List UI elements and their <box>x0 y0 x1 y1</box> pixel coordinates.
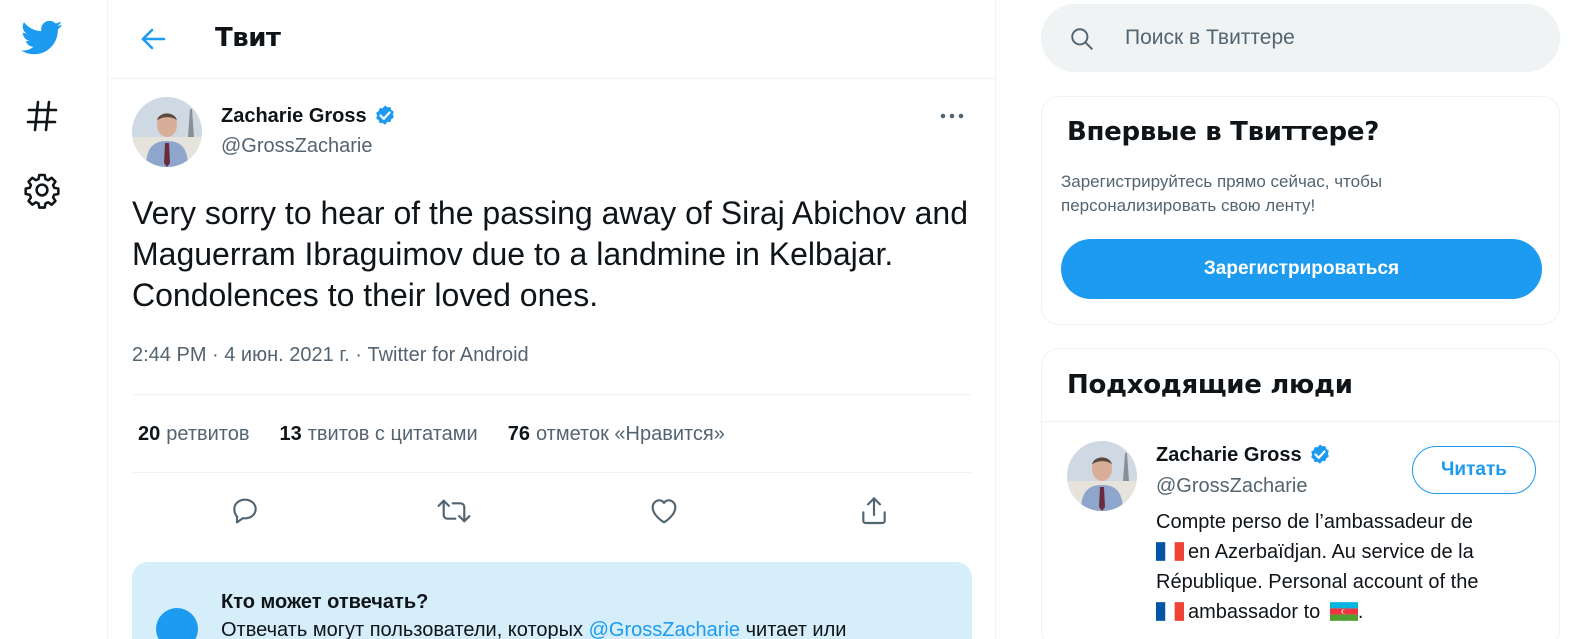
retweet-icon <box>437 499 471 523</box>
bio-line: en Azerbaïdjan. Au service de la <box>1156 537 1536 567</box>
reply-notice-text: Отвечать могут пользователи, которых @Gr… <box>221 619 846 639</box>
avatar-photo <box>132 97 202 167</box>
signup-button[interactable]: Зарегистрироваться <box>1061 239 1542 299</box>
settings-nav-item[interactable] <box>18 166 66 214</box>
person-name-text: Zacharie Gross <box>1156 443 1302 466</box>
reply-notice-title: Кто может отвечать? <box>221 591 429 613</box>
divider <box>132 472 972 473</box>
retweets-label: ретвитов <box>166 423 250 445</box>
reply-notice-text-start: Отвечать могут пользователи, которых <box>221 619 589 639</box>
author-handle[interactable]: @GrossZacharie <box>221 135 372 158</box>
bio-line-end: . <box>1357 601 1364 623</box>
relevant-people-title: Подходящие люди <box>1067 370 1353 400</box>
hashtag-icon <box>26 100 58 132</box>
page-title: Твит <box>215 23 281 53</box>
more-options-button[interactable] <box>932 101 972 131</box>
tweet-stats: 20 ретвитов 13 твитов с цитатами 76 отметок… <box>138 423 725 446</box>
verified-badge-icon <box>1310 444 1329 464</box>
tweet-text: Very sorry to hear of the passing away o… <box>132 195 969 313</box>
likes-label: отметок «Нравится» <box>535 423 725 445</box>
like-button[interactable] <box>642 489 686 533</box>
right-sidebar: Впервые в Твиттере? Зарегистрируйтесь пр… <box>1041 0 1561 639</box>
avatar-photo <box>1067 441 1137 511</box>
quotes-label: твитов с цитатами <box>307 423 478 445</box>
likes-stat[interactable]: 76 отметок «Нравится» <box>508 423 725 446</box>
bio-line: ambassador to . <box>1156 597 1536 627</box>
user-icon <box>156 608 198 639</box>
bio-line: République. Personal account of the <box>1156 571 1479 593</box>
share-button[interactable] <box>852 489 896 533</box>
reply-button[interactable] <box>223 489 267 533</box>
person-handle[interactable]: @GrossZacharie <box>1156 475 1307 498</box>
page-header: Твит <box>108 0 995 79</box>
reply-icon <box>233 498 257 524</box>
divider <box>1042 421 1559 422</box>
signup-card-title: Впервые в Твиттере? <box>1067 117 1379 147</box>
twitter-bird-icon <box>21 20 63 55</box>
relevant-people-card: Подходящие люди Zacharie Gross @GrossZac… <box>1041 348 1560 639</box>
follow-button[interactable]: Читать <box>1412 446 1536 494</box>
bio-line-text: ambassador to <box>1188 601 1321 623</box>
bio-line: Compte perso de l’ambassadeur de <box>1156 511 1473 533</box>
retweet-button[interactable] <box>432 489 476 533</box>
explore-nav-item[interactable] <box>18 92 66 140</box>
author-avatar[interactable] <box>132 97 202 167</box>
twitter-logo-icon[interactable] <box>18 14 66 62</box>
search-icon <box>1071 28 1093 50</box>
retweets-count: 20 <box>138 423 161 445</box>
person-avatar[interactable] <box>1067 441 1137 511</box>
share-icon <box>862 497 886 525</box>
reply-notice-handle-link[interactable]: @GrossZacharie <box>589 619 740 639</box>
person-bio: Compte perso de l’ambassadeur de en Azer… <box>1156 507 1536 627</box>
main-column: Твит Zacharie Gross @GrossZacharie Very … <box>108 0 996 639</box>
azerbaijan-flag-icon <box>1329 602 1358 621</box>
reply-notice-text-end: читает или <box>740 619 847 639</box>
search-input[interactable] <box>1125 4 1545 72</box>
more-horizontal-icon <box>940 113 964 119</box>
likes-count: 76 <box>507 423 530 445</box>
like-icon <box>651 499 677 524</box>
verified-badge-icon <box>375 105 394 125</box>
arrow-left-icon <box>141 28 166 50</box>
quotes-stat[interactable]: 13 твитов с цитатами <box>279 423 477 446</box>
author-name-text: Zacharie Gross <box>221 104 367 127</box>
retweets-stat[interactable]: 20 ретвитов <box>138 423 249 446</box>
gear-icon <box>24 173 60 209</box>
author-name[interactable]: Zacharie Gross <box>221 104 397 128</box>
bio-line-text: en Azerbaïdjan. Au service de la <box>1188 541 1474 563</box>
search-bar[interactable] <box>1041 4 1560 72</box>
reply-restriction-notice: Кто может отвечать? Отвечать могут польз… <box>132 562 972 639</box>
divider <box>132 394 972 395</box>
back-button[interactable] <box>132 18 174 60</box>
quotes-count: 13 <box>279 423 302 445</box>
france-flag-icon <box>1156 542 1184 561</box>
person-name[interactable]: Zacharie Gross <box>1156 443 1332 467</box>
tweet-timestamp[interactable]: 2:44 PM · 4 июн. 2021 г. · Twitter for A… <box>132 344 529 367</box>
signup-description: Зарегистрируйтесь прямо сейчас, чтобы пе… <box>1061 172 1383 215</box>
left-navigation <box>0 0 108 639</box>
signup-card: Впервые в Твиттере? Зарегистрируйтесь пр… <box>1041 96 1560 325</box>
france-flag-icon <box>1156 602 1184 621</box>
